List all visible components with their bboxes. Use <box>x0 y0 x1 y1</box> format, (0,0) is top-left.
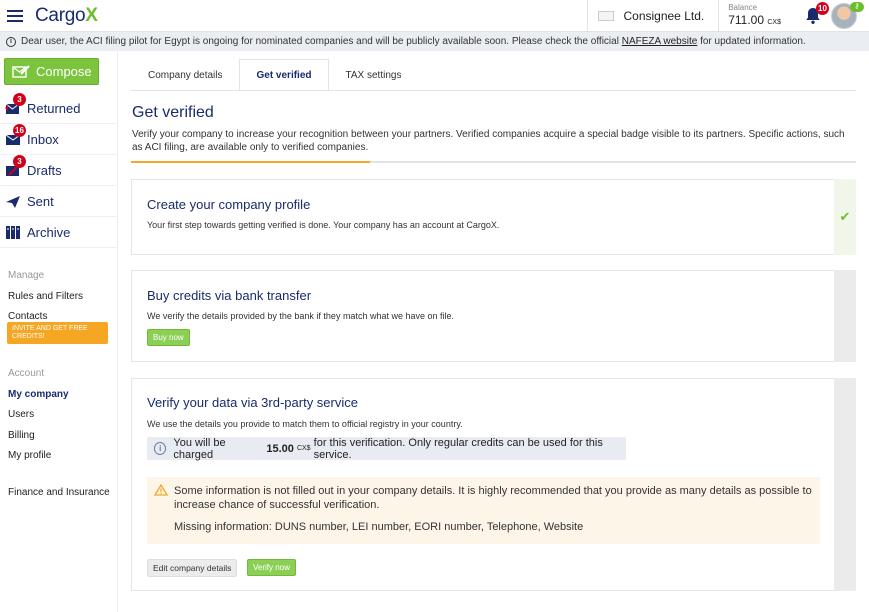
logo-text: Cargo <box>35 4 86 26</box>
charge-unit: CX$ <box>296 445 311 452</box>
company-switcher[interactable]: Consignee Ltd. <box>587 0 718 31</box>
notice-text: Dear user, the ACI filing pilot for Egyp… <box>21 36 806 47</box>
charge-text-after: for this verification. Only regular cred… <box>313 436 603 461</box>
company-name: Consignee Ltd. <box>623 8 705 23</box>
sidebar-item-returned[interactable]: 3 Returned <box>0 93 118 124</box>
logo-accent: X <box>85 4 98 26</box>
sidebar-link-finance[interactable]: Finance and Insurance <box>8 487 110 498</box>
top-bar: CargoX Consignee Ltd. Balance 711.00 CX$… <box>0 0 869 32</box>
sent-icon-wrap <box>5 193 21 209</box>
sidebar: Compose 3 Returned 16 Inbox 3 Drafts Sen… <box>0 51 118 612</box>
card-company-profile: Create your company profile Your first s… <box>131 179 856 255</box>
tab-bar: Company details Get verified TAX setting… <box>131 59 418 91</box>
card-text: We use the details you provide to match … <box>147 419 463 429</box>
cargox-logo[interactable]: CargoX <box>35 5 98 27</box>
balance-value: 711.00 CX$ <box>728 13 781 27</box>
notice-text-before: Dear user, the ACI filing pilot for Egyp… <box>21 36 622 47</box>
sidebar-link-rules[interactable]: Rules and Filters <box>8 291 83 302</box>
compose-label: Compose <box>36 64 92 79</box>
sidebar-link-billing[interactable]: Billing <box>8 430 35 441</box>
compose-icon <box>12 64 30 78</box>
main-content: Company details Get verified TAX setting… <box>118 51 869 612</box>
notifications-button[interactable]: 10 <box>795 0 831 31</box>
compose-button[interactable]: Compose <box>4 58 99 85</box>
menu-icon[interactable] <box>7 9 23 22</box>
sidebar-item-label: Archive <box>27 224 71 240</box>
card-bank-transfer: Buy credits via bank transfer We verify … <box>131 270 856 362</box>
avatar[interactable]: ⚷ <box>831 1 864 29</box>
tab-tax-settings[interactable]: TAX settings <box>329 59 419 91</box>
balance-label: Balance <box>728 3 758 12</box>
charge-info-box: i You will be charged 15.00 CX$ for this… <box>147 436 626 461</box>
manage-heading: Manage <box>8 270 45 281</box>
sidebar-item-drafts[interactable]: 3 Drafts <box>0 155 118 186</box>
balance-unit: CX$ <box>767 19 781 26</box>
sent-icon <box>6 196 20 208</box>
sidebar-item-label: Returned <box>27 100 81 116</box>
card-side-panel <box>834 378 856 591</box>
sidebar-item-inbox[interactable]: 16 Inbox <box>0 124 118 155</box>
sidebar-item-label: Drafts <box>27 162 62 178</box>
tab-company-details[interactable]: Company details <box>131 59 239 91</box>
info-icon: i <box>154 442 167 455</box>
progress-fill <box>131 161 371 163</box>
tab-divider <box>131 90 856 91</box>
sidebar-link-my-profile[interactable]: My profile <box>8 450 51 461</box>
edit-company-details-button[interactable]: Edit company details <box>147 559 238 577</box>
nafeza-link[interactable]: NAFEZA website <box>622 36 698 47</box>
invite-banner[interactable]: INVITE AND GET FREE CREDITS! <box>7 322 108 344</box>
warning-text: Some information is not filled out in yo… <box>174 485 812 511</box>
balance-widget[interactable]: Balance 711.00 CX$ <box>718 0 795 31</box>
sidebar-item-label: Inbox <box>27 131 59 147</box>
sidebar-link-my-company[interactable]: My company <box>8 389 69 400</box>
page-title: Get verified <box>132 104 214 121</box>
sidebar-link-users[interactable]: Users <box>8 409 34 420</box>
returned-icon-wrap: 3 <box>5 93 26 116</box>
completed-check-icon: ✔ <box>834 179 856 255</box>
account-heading: Account <box>8 368 45 379</box>
inbox-badge: 16 <box>13 124 26 137</box>
company-logo <box>598 10 615 21</box>
archive-icon-wrap <box>5 224 21 240</box>
archive-icon <box>6 226 20 239</box>
returned-badge: 3 <box>13 93 26 106</box>
card-side-panel <box>834 270 856 362</box>
verify-now-button[interactable]: Verify now <box>247 559 296 576</box>
page-subtitle: Verify your company to increase your rec… <box>132 129 845 153</box>
inbox-icon-wrap: 16 <box>5 124 26 147</box>
drafts-badge: 3 <box>13 155 26 168</box>
sidebar-link-contacts[interactable]: Contacts <box>8 311 47 322</box>
missing-info-text: Missing information: DUNS number, LEI nu… <box>174 521 584 533</box>
card-third-party: Verify your data via 3rd-party service W… <box>131 378 856 591</box>
card-title: Buy credits via bank transfer <box>147 288 312 303</box>
info-icon: i <box>6 36 16 47</box>
drafts-icon-wrap: 3 <box>5 155 26 178</box>
sidebar-item-label: Sent <box>27 193 54 209</box>
buy-now-button[interactable]: Buy now <box>147 329 190 346</box>
key-icon: ⚷ <box>850 1 864 12</box>
warning-box: Some information is not filled out in yo… <box>147 477 820 544</box>
card-text: Your first step towards getting verified… <box>147 220 500 230</box>
sidebar-item-sent[interactable]: Sent <box>0 186 118 217</box>
notice-text-after: for updated information. <box>697 36 806 47</box>
card-title: Create your company profile <box>147 197 311 212</box>
notice-bar: i Dear user, the ACI filing pilot for Eg… <box>0 32 869 51</box>
notifications-badge: 10 <box>816 2 829 15</box>
charge-amount: 15.00 <box>266 442 294 455</box>
charge-text-before: You will be charged <box>173 436 226 461</box>
balance-amount: 711.00 <box>728 13 765 27</box>
card-text: We verify the details provided by the ba… <box>147 311 454 321</box>
tab-get-verified[interactable]: Get verified <box>239 59 329 91</box>
verification-progress <box>131 161 856 163</box>
card-title: Verify your data via 3rd-party service <box>147 395 358 410</box>
sidebar-item-archive[interactable]: Archive <box>0 217 118 248</box>
warning-icon <box>154 484 168 496</box>
